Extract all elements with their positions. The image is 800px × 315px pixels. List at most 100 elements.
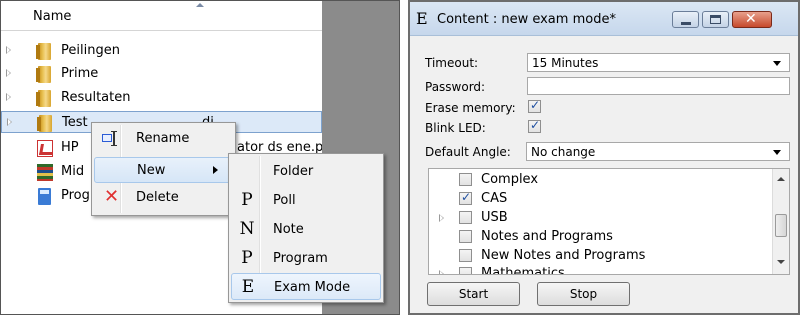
option-row-notes-and-programs[interactable]: Notes and Programs — [429, 228, 769, 246]
folder-icon — [37, 115, 52, 132]
folder-icon — [36, 43, 51, 60]
menu-item-label: Delete — [136, 190, 179, 205]
tree-row-resultaten[interactable]: Resultaten — [1, 87, 322, 109]
option-label: CAS — [481, 191, 508, 206]
options-tree-list: Complex CAS USB Notes and Programs New N… — [428, 168, 790, 275]
submenu-item-folder[interactable]: Folder — [231, 158, 381, 185]
erase-memory-checkbox[interactable] — [528, 98, 541, 113]
calculator-icon — [38, 188, 51, 205]
expand-arrow-icon[interactable] — [6, 69, 11, 77]
maximize-icon — [710, 15, 721, 24]
menu-item-label: New — [137, 163, 166, 178]
option-row-new-notes-and-programs[interactable]: New Notes and Programs — [429, 247, 769, 265]
maximize-button[interactable] — [702, 11, 729, 28]
complex-checkbox[interactable] — [459, 173, 472, 186]
pdf-file-icon — [37, 140, 53, 157]
submenu-item-label: Folder — [273, 164, 314, 179]
dialog-title: Content : new exam mode* — [437, 12, 616, 27]
app-icon: E — [416, 9, 428, 28]
file-explorer-pane: Name Peilingen Prime Resultaten Test di … — [0, 0, 400, 315]
program-glyph-icon: P — [241, 248, 253, 268]
start-button[interactable]: Start — [427, 282, 520, 306]
submenu-item-label: Poll — [273, 193, 296, 208]
books-icon — [37, 164, 53, 181]
column-header-name[interactable]: Name — [1, 1, 322, 31]
menu-item-rename[interactable]: Rename — [94, 126, 233, 152]
default-angle-select[interactable]: No change — [526, 142, 790, 161]
erase-memory-label: Erase memory: — [425, 101, 516, 115]
option-label: New Notes and Programs — [481, 248, 646, 263]
timeout-value: 15 Minutes — [532, 56, 599, 70]
option-label: Notes and Programs — [481, 229, 613, 244]
expand-arrow-icon[interactable] — [439, 214, 444, 222]
expand-arrow-icon[interactable] — [6, 46, 11, 54]
default-angle-value: No change — [531, 145, 596, 159]
submenu-item-program[interactable]: P Program — [231, 245, 381, 272]
password-input[interactable] — [527, 77, 790, 95]
poll-glyph-icon: P — [241, 190, 253, 210]
timeout-select[interactable]: 15 Minutes — [527, 53, 790, 72]
delete-icon: ✕ — [104, 186, 120, 207]
tree-row-label: Prime — [61, 66, 99, 81]
close-icon: ✕ — [745, 11, 757, 27]
blink-led-label: Blink LED: — [425, 121, 486, 135]
stop-button[interactable]: Stop — [537, 282, 630, 306]
option-row-mathematics[interactable]: Mathematics — [429, 265, 769, 274]
mathematics-checkbox[interactable] — [459, 267, 472, 274]
tree-row-prime[interactable]: Prime — [1, 63, 322, 85]
tree-row-label: Test — [62, 115, 88, 130]
submenu-item-exam-mode[interactable]: E Exam Mode — [231, 273, 381, 300]
default-angle-label: Default Angle: — [425, 145, 511, 159]
option-row-cas[interactable]: CAS — [429, 190, 769, 208]
option-label: USB — [481, 210, 508, 225]
note-glyph-icon: N — [239, 219, 255, 239]
new-submenu: Folder P Poll N Note P Program E Exam Mo… — [228, 153, 384, 303]
option-row-complex[interactable]: Complex — [429, 171, 769, 189]
sort-ascending-icon — [196, 3, 204, 7]
minimize-button[interactable] — [672, 11, 699, 28]
folder-icon — [36, 90, 51, 107]
timeout-label: Timeout: — [425, 56, 479, 70]
column-header-label: Name — [33, 9, 72, 24]
menu-item-new[interactable]: New — [94, 157, 233, 183]
dropdown-arrow-icon — [773, 61, 781, 66]
expand-arrow-icon[interactable] — [439, 270, 444, 274]
tree-row-peilingen[interactable]: Peilingen — [1, 40, 322, 62]
submenu-item-label: Note — [273, 222, 304, 237]
folder-icon — [36, 66, 51, 83]
tree-row-label: Peilingen — [61, 43, 120, 58]
option-label: Complex — [481, 172, 539, 187]
close-button[interactable]: ✕ — [732, 11, 772, 28]
minimize-icon — [681, 22, 691, 25]
scroll-down-icon[interactable] — [777, 260, 785, 264]
tree-row-label: Prog — [61, 188, 90, 203]
expand-arrow-icon[interactable] — [7, 118, 12, 126]
cas-checkbox[interactable] — [459, 190, 472, 205]
menu-item-delete[interactable]: ✕ Delete — [94, 185, 233, 211]
submenu-item-label: Program — [273, 251, 328, 266]
dialog-titlebar[interactable]: E Content : new exam mode* ✕ — [410, 2, 798, 36]
exam-mode-dialog: E Content : new exam mode* ✕ Timeout: 15… — [408, 0, 800, 315]
new-notes-and-programs-checkbox[interactable] — [459, 249, 472, 262]
rename-icon — [102, 131, 119, 146]
exam-mode-glyph-icon: E — [241, 277, 255, 297]
tree-row-label: Resultaten — [61, 90, 131, 105]
submenu-item-note[interactable]: N Note — [231, 216, 381, 243]
menu-item-label: Rename — [136, 131, 190, 146]
scroll-up-icon[interactable] — [777, 177, 785, 181]
submenu-arrow-icon — [213, 166, 218, 174]
option-row-usb[interactable]: USB — [429, 209, 769, 227]
context-menu: Rename New ✕ Delete — [91, 122, 236, 216]
scroll-thumb[interactable] — [775, 214, 787, 237]
submenu-item-poll[interactable]: P Poll — [231, 187, 381, 214]
dropdown-arrow-icon — [773, 150, 781, 155]
submenu-item-label: Exam Mode — [274, 280, 351, 295]
list-scrollbar[interactable] — [772, 169, 789, 274]
usb-checkbox[interactable] — [459, 211, 472, 224]
tree-row-label: HP — [61, 140, 79, 155]
expand-arrow-icon[interactable] — [6, 93, 11, 101]
notes-and-programs-checkbox[interactable] — [459, 230, 472, 243]
password-label: Password: — [425, 80, 486, 94]
blink-led-checkbox[interactable] — [528, 118, 541, 133]
tree-row-label: Mid — [61, 164, 85, 179]
